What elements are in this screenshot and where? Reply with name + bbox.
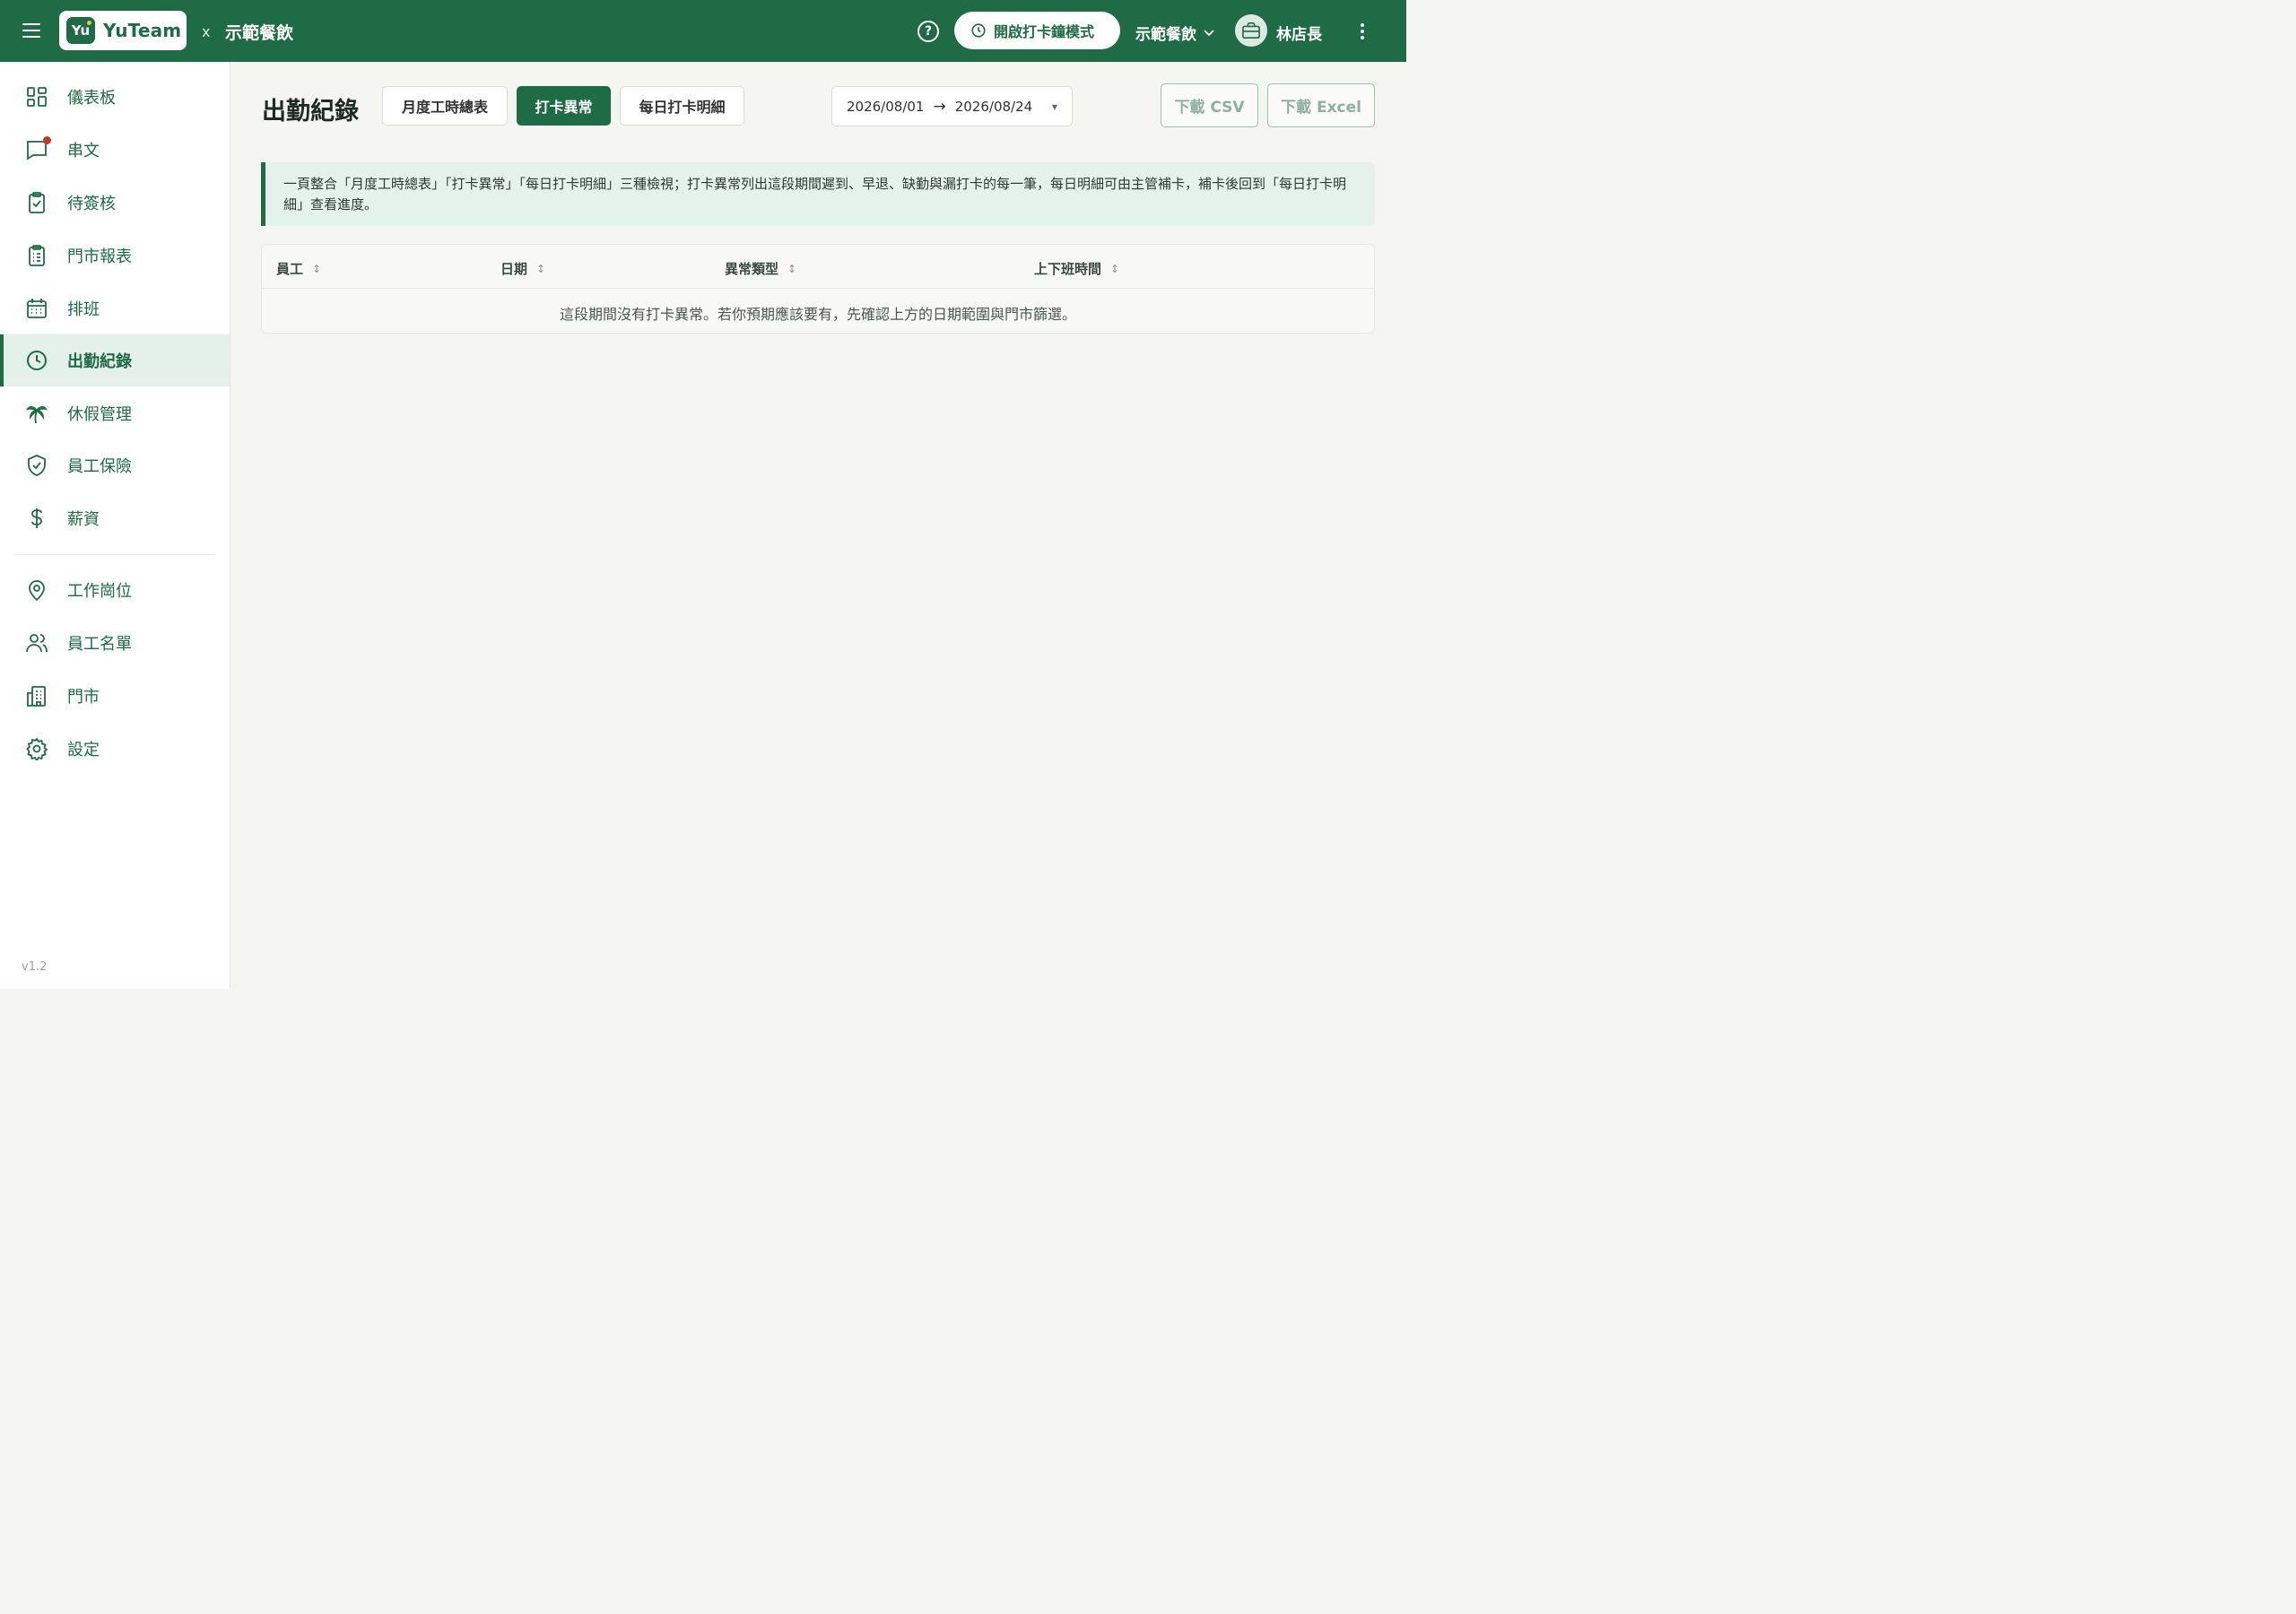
shield-check-icon — [28, 455, 46, 476]
sidebar-item-label: 薪資 — [67, 510, 100, 529]
help-icon[interactable]: ? — [918, 21, 939, 42]
sidebar-item-leave[interactable]: 休假管理 — [0, 387, 230, 439]
column-header-clock-times[interactable]: 上下班時間 ↕ — [1034, 259, 1119, 278]
sidebar-item-label: 儀表板 — [67, 89, 116, 108]
clock-icon — [971, 23, 986, 38]
anomaly-table: 員工 ↕ 日期 ↕ 異常類型 ↕ 上下班時間 ↕ 這段期間沒有打卡異常。若你預期… — [261, 244, 1375, 334]
sidebar-item-dashboard[interactable]: 儀表板 — [0, 71, 230, 123]
sort-icon: ↕ — [312, 262, 322, 275]
download-excel-button[interactable]: 下載 Excel — [1267, 83, 1375, 127]
column-header-employee[interactable]: 員工 ↕ — [276, 259, 321, 278]
date-range-start: 2026/08/01 — [847, 98, 925, 115]
column-header-anomaly-type[interactable]: 異常類型 ↕ — [725, 259, 796, 278]
clock-icon — [27, 351, 47, 370]
logo-badge: Yu — [66, 17, 95, 44]
column-header-date[interactable]: 日期 ↕ — [500, 259, 545, 278]
chevron-down-icon — [1204, 27, 1214, 39]
more-options-icon[interactable] — [1352, 20, 1372, 43]
sidebar-item-label: 員工保險 — [67, 457, 132, 476]
date-range-end: 2026/08/24 — [954, 98, 1033, 115]
report-icon — [29, 245, 45, 266]
date-range-picker[interactable]: 2026/08/01 → 2026/08/24 ▼ — [831, 86, 1073, 126]
sidebar-divider — [16, 554, 214, 555]
store-selector-label: 示範餐飲 — [1135, 26, 1196, 44]
brand-separator: x — [202, 23, 211, 40]
arrow-right-icon: → — [933, 97, 946, 116]
sidebar-item-settings[interactable]: 設定 — [0, 723, 230, 775]
sidebar-item-insurance[interactable]: 員工保險 — [0, 439, 230, 491]
tab-daily-clock-details[interactable]: 每日打卡明細 — [620, 86, 744, 126]
info-notice: 一頁整合「月度工時總表」「打卡異常」「每日打卡明細」三種檢視；打卡異常列出這段期… — [261, 162, 1375, 226]
table-divider — [262, 288, 1374, 289]
sidebar-item-stores[interactable]: 門市 — [0, 670, 230, 722]
clipboard-check-icon — [29, 192, 45, 213]
clock-mode-label: 開啟打卡鐘模式 — [994, 23, 1095, 40]
sort-icon: ↕ — [536, 262, 546, 275]
building-icon — [27, 686, 46, 707]
dollar-icon — [31, 508, 42, 528]
sort-icon: ↕ — [787, 262, 797, 275]
tab-monthly-hours[interactable]: 月度工時總表 — [382, 86, 508, 126]
sidebar-item-positions[interactable]: 工作崗位 — [0, 564, 230, 616]
top-bar: Yu YuTeam x 示範餐飲 ? 開啟打卡鐘模式 示範餐飲 林店長 — [0, 0, 1406, 62]
sidebar-item-label: 工作崗位 — [67, 582, 132, 601]
sidebar-item-payroll[interactable]: 薪資 — [0, 492, 230, 544]
sidebar-item-label: 門市報表 — [67, 247, 132, 266]
clock-mode-button[interactable]: 開啟打卡鐘模式 — [954, 12, 1120, 49]
sidebar-item-label: 休假管理 — [67, 405, 132, 424]
sidebar-item-label: 設定 — [67, 741, 100, 759]
store-selector[interactable]: 示範餐飲 — [1135, 22, 1214, 44]
tab-clock-anomalies[interactable]: 打卡異常 — [517, 86, 611, 126]
sidebar-item-attendance[interactable]: 出勤紀錄 — [0, 334, 230, 386]
sidebar-item-label: 門市 — [67, 688, 100, 707]
page-title: 出勤紀錄 — [262, 98, 359, 126]
sidebar-item-label: 串文 — [67, 142, 100, 161]
empty-state-message: 這段期間沒有打卡異常。若你預期應該要有，先確認上方的日期範圍與門市篩選。 — [559, 306, 1076, 323]
users-icon — [26, 634, 48, 653]
dashboard-icon — [27, 87, 47, 107]
sidebar-item-label: 員工名單 — [67, 635, 132, 654]
sidebar-item-schedule[interactable]: 排班 — [0, 282, 230, 334]
gear-icon — [26, 737, 48, 760]
sidebar: 儀表板 串文 待簽核 門市報表 排班 出勤紀錄 休假管理 員工保險 薪資 工作崗… — [0, 62, 230, 989]
briefcase-icon — [1242, 22, 1260, 39]
hamburger-menu-icon[interactable] — [20, 20, 43, 41]
sidebar-item-posts[interactable]: 串文 — [0, 124, 230, 176]
avatar[interactable] — [1235, 14, 1267, 47]
sidebar-item-label: 出勤紀錄 — [67, 352, 132, 371]
logo-text: YuTeam — [103, 20, 182, 41]
app-version: v1.2 — [22, 960, 48, 974]
sidebar-item-approvals[interactable]: 待簽核 — [0, 177, 230, 229]
company-name: 示範餐飲 — [225, 23, 294, 43]
notification-dot — [43, 136, 51, 144]
sort-icon: ↕ — [1110, 262, 1120, 275]
calendar-icon — [27, 299, 47, 318]
app-logo[interactable]: Yu YuTeam — [59, 11, 187, 50]
download-csv-button[interactable]: 下載 CSV — [1161, 83, 1258, 127]
palm-tree-icon — [25, 406, 48, 424]
location-pin-icon — [29, 580, 45, 602]
sidebar-item-label: 排班 — [67, 300, 100, 319]
sidebar-item-staff-list[interactable]: 員工名單 — [0, 617, 230, 669]
user-name[interactable]: 林店長 — [1276, 22, 1322, 44]
sidebar-item-store-reports[interactable]: 門市報表 — [0, 230, 230, 282]
caret-down-icon: ▼ — [1051, 103, 1057, 111]
sidebar-item-label: 待簽核 — [67, 195, 116, 213]
